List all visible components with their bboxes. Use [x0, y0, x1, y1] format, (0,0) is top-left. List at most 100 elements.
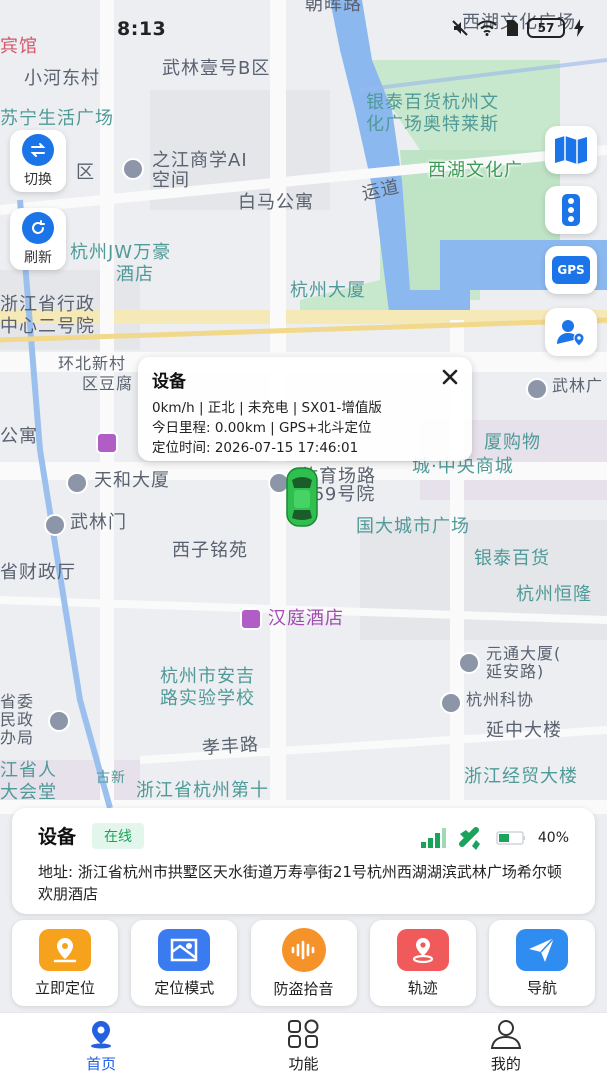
locate-now-label: 立即定位 — [34, 978, 95, 997]
refresh-icon — [22, 211, 54, 244]
map-label: 区 — [76, 162, 95, 183]
switch-button[interactable]: 切换 — [10, 130, 66, 192]
map-label: 苏宁生活广场 — [0, 108, 114, 129]
nav-mine[interactable]: 我的 — [405, 1013, 607, 1080]
map-label: 浙江省行政 — [0, 294, 95, 315]
map-label: 孝丰路 — [201, 734, 260, 759]
map-label: 延中大楼 — [486, 720, 562, 741]
nav-home[interactable]: 首页 — [0, 1013, 202, 1080]
popup-mileage-line: 今日里程: 0.00km | GPS+北斗定位 — [152, 420, 372, 436]
map-label: 杭州JW万豪 — [70, 242, 172, 263]
mute-icon — [452, 20, 468, 36]
navigation-button[interactable]: 导航 — [489, 920, 595, 1006]
refresh-button[interactable]: 刷新 — [10, 208, 66, 270]
navigation-icon — [516, 928, 568, 971]
map-label: 白马公寓 — [238, 192, 314, 213]
nav-features-label: 功能 — [288, 1055, 319, 1073]
subway-icon[interactable] — [526, 378, 548, 400]
signal-icon — [420, 828, 446, 848]
poi-pin-icon[interactable] — [122, 158, 144, 180]
home-location-icon — [91, 1021, 112, 1049]
traffic-button[interactable] — [545, 186, 597, 234]
map-icon — [555, 136, 587, 164]
building-icon[interactable] — [458, 652, 480, 674]
map-label: 浙江省杭州第十 — [136, 780, 269, 801]
anti-theft-audio-label: 防盗拾音 — [273, 979, 334, 998]
map-label: 武林门 — [70, 512, 127, 533]
map-label: 环北新村 — [58, 354, 127, 373]
location-mode-label: 定位模式 — [154, 978, 215, 997]
map-label: 杭州恒隆 — [516, 584, 592, 605]
map-label: 元通大厦( — [486, 644, 562, 663]
building-icon[interactable] — [440, 692, 462, 714]
device-indicators: 40% — [420, 826, 569, 850]
nav-mine-label: 我的 — [490, 1055, 521, 1073]
popup-time-line: 定位时间: 2026-07-15 17:46:01 — [152, 440, 359, 456]
status-icons: 57 — [451, 18, 585, 38]
action-bar: 立即定位 定位模式 防盗拾音 轨迹 导航 — [12, 920, 595, 1006]
grid-icon — [288, 1019, 319, 1048]
navigation-label: 导航 — [526, 978, 557, 997]
popup-speed-line: 0km/h | 正北 | 未充电 | SX01-增值版 — [152, 400, 382, 416]
map-layer-button[interactable] — [545, 126, 597, 174]
map-label: 杭州大厦 — [290, 280, 366, 301]
map-label: 杭州科协 — [466, 690, 535, 709]
subway-icon[interactable] — [44, 514, 66, 536]
sim-icon — [507, 20, 518, 36]
map-label: 天和大厦 — [94, 470, 170, 491]
gps-button[interactable]: GPS — [545, 246, 597, 294]
map-label: 国大城市广场 — [356, 516, 470, 537]
map-label: 武林壹号B区 — [162, 58, 271, 79]
map-label: 西湖文化广 — [428, 160, 523, 181]
map-label: 厦购物 — [484, 432, 541, 453]
anti-theft-audio-button[interactable]: 防盗拾音 — [250, 920, 357, 1006]
device-card[interactable]: 设备 在线 40% 地址: 浙江省杭州市拱墅区天水街道万寿亭街21号杭州西湖湖滨… — [12, 808, 595, 914]
device-address: 地址: 浙江省杭州市拱墅区天水街道万寿亭街21号杭州西湖湖滨武林广场希尔顿欢朋酒… — [38, 863, 562, 903]
wifi-icon — [477, 20, 497, 36]
locate-now-button[interactable]: 立即定位 — [12, 920, 118, 1006]
battery-indicator: 57 — [527, 18, 565, 38]
star-icon[interactable] — [48, 710, 70, 732]
battery-icon — [496, 831, 525, 845]
map-label: 公寓 — [0, 426, 38, 447]
map-label: 西子铭苑 — [172, 540, 248, 561]
audio-icon — [281, 927, 326, 972]
location-mode-button[interactable]: 定位模式 — [131, 920, 238, 1006]
status-bar: 8:13 57 — [0, 0, 607, 50]
close-icon[interactable] — [440, 367, 460, 387]
locate-icon — [39, 928, 91, 971]
track-label: 轨迹 — [407, 978, 438, 997]
refresh-label: 刷新 — [24, 249, 52, 266]
map-mode-icon — [158, 928, 211, 971]
map-label: 省财政厅 — [0, 562, 76, 583]
user-locate-button[interactable] — [545, 308, 597, 356]
map-label: 化广场奥特莱斯 — [366, 114, 499, 135]
car-marker-icon[interactable] — [285, 466, 319, 528]
map-label: 路实验学校 — [160, 688, 255, 709]
nav-features[interactable]: 功能 — [202, 1013, 404, 1080]
traffic-light-icon — [562, 194, 580, 226]
battery-percentage: 40% — [537, 830, 569, 846]
map-label: 银泰百货 — [474, 548, 550, 569]
map-label: 民政 — [0, 710, 35, 729]
map-label: 江省人 — [0, 760, 57, 781]
bottom-nav: 首页 功能 我的 — [0, 1012, 607, 1080]
map-label: 之江商学AI — [152, 150, 248, 171]
map-label: 酒店 — [116, 264, 154, 285]
device-info-popup: 设备 0km/h | 正北 | 未充电 | SX01-增值版 今日里程: 0.0… — [138, 357, 472, 461]
track-button[interactable]: 轨迹 — [369, 920, 476, 1006]
gps-icon: GPS — [552, 256, 590, 284]
device-name: 设备 — [38, 826, 77, 848]
map-label: 小河东村 — [24, 68, 100, 89]
map-label: 杭州市安吉 — [160, 666, 255, 687]
map-label: 区豆腐 — [82, 374, 134, 393]
map-label: 延安路) — [486, 662, 545, 681]
hotel-icon[interactable] — [240, 608, 262, 630]
satellite-icon — [458, 827, 480, 850]
nav-home-label: 首页 — [86, 1055, 117, 1073]
status-badge: 在线 — [92, 822, 145, 849]
building-icon[interactable] — [66, 472, 88, 494]
charging-icon — [574, 19, 584, 37]
user-icon — [490, 1020, 521, 1049]
hotel-icon[interactable] — [96, 432, 118, 454]
